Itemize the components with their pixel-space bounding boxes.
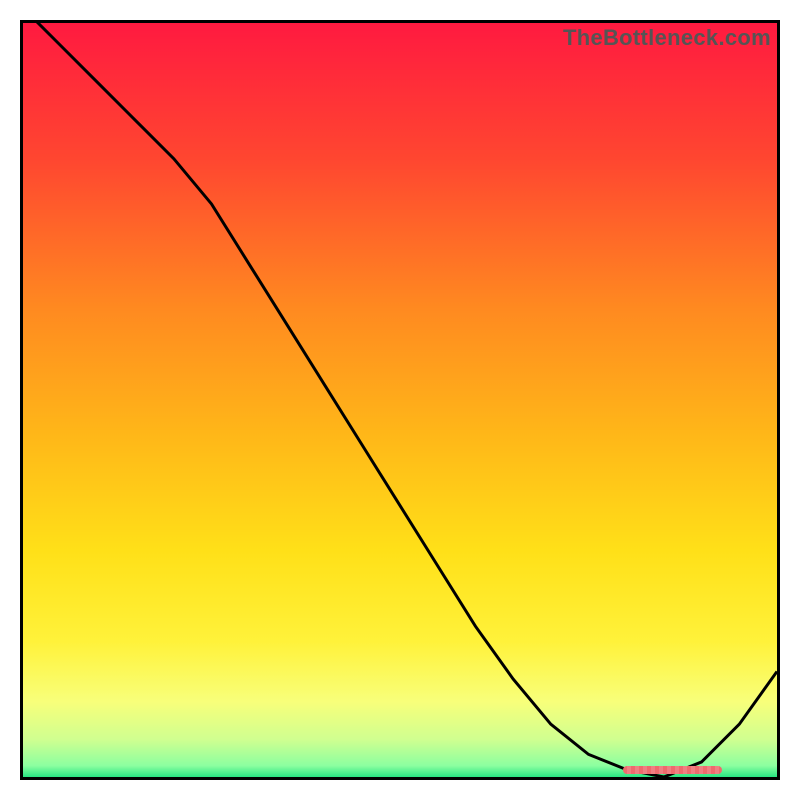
chart-plot <box>23 23 777 777</box>
gradient-background <box>23 23 777 777</box>
chart-frame: TheBottleneck.com <box>20 20 780 780</box>
